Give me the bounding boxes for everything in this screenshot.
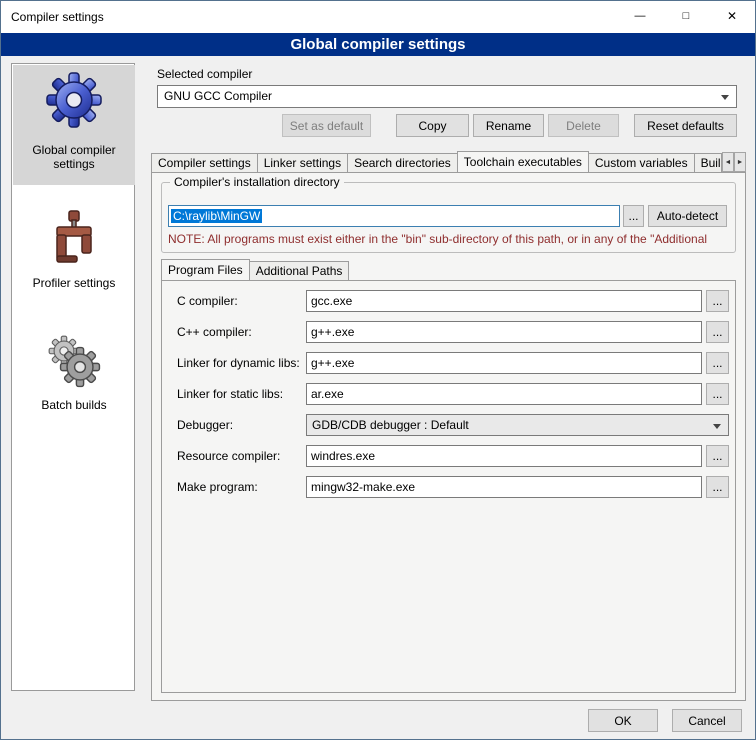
compiler-select[interactable]: GNU GCC Compiler xyxy=(157,85,737,108)
debugger-label: Debugger: xyxy=(177,414,233,436)
window-controls: — □ ✕ xyxy=(617,1,755,33)
minimize-button[interactable]: — xyxy=(617,1,663,32)
note-text: NOTE: All programs must exist either in … xyxy=(168,232,730,246)
linker-static-input[interactable] xyxy=(306,383,702,405)
browse-linker-dynamic-button[interactable]: ... xyxy=(706,352,729,374)
tab-compiler-settings[interactable]: Compiler settings xyxy=(151,153,258,172)
close-button[interactable]: ✕ xyxy=(709,1,755,32)
tab-scroll-left-icon[interactable]: ◄ xyxy=(722,152,734,172)
sub-tab-strip: Program Files Additional Paths xyxy=(161,259,721,280)
debugger-select-value: GDB/CDB debugger : Default xyxy=(312,418,469,432)
subtab-program-files[interactable]: Program Files xyxy=(161,259,250,280)
gray-gears-icon xyxy=(45,332,103,390)
make-program-input[interactable] xyxy=(306,476,702,498)
tab-scroll-right-icon[interactable]: ► xyxy=(734,152,746,172)
resource-compiler-label: Resource compiler: xyxy=(177,445,280,467)
window-title: Compiler settings xyxy=(11,1,104,33)
linker-dynamic-input[interactable] xyxy=(306,352,702,374)
profiler-tool-icon xyxy=(45,208,103,266)
sidebar-item-label: Global compiler settings xyxy=(13,143,135,171)
tab-linker-settings[interactable]: Linker settings xyxy=(257,153,348,172)
cpp-compiler-label: C++ compiler: xyxy=(177,321,252,343)
resource-compiler-input[interactable] xyxy=(306,445,702,467)
delete-button: Delete xyxy=(548,114,619,137)
c-compiler-input[interactable] xyxy=(306,290,702,312)
tab-custom-variables[interactable]: Custom variables xyxy=(588,153,695,172)
rename-button[interactable]: Rename xyxy=(473,114,544,137)
cancel-button[interactable]: Cancel xyxy=(672,709,742,732)
browse-make-program-button[interactable]: ... xyxy=(706,476,729,498)
blue-gear-icon xyxy=(45,71,103,129)
compiler-settings-dialog: Compiler settings — □ ✕ Global compiler … xyxy=(0,0,756,740)
install-dir-input[interactable]: C:\raylib\MinGW xyxy=(168,205,620,227)
installation-directory-group-title: Compiler's installation directory xyxy=(170,175,344,189)
tab-build-options[interactable]: Buil xyxy=(694,153,722,172)
compiler-select-value: GNU GCC Compiler xyxy=(164,89,272,103)
chevron-down-icon xyxy=(713,424,721,429)
main-tab-strip: Compiler settings Linker settings Search… xyxy=(151,151,722,172)
install-dir-selection: C:\raylib\MinGW xyxy=(171,209,262,223)
sidebar-item-batch-builds[interactable]: Batch builds xyxy=(13,326,135,412)
set-as-default-button: Set as default xyxy=(282,114,371,137)
autodetect-button[interactable]: Auto-detect xyxy=(648,205,727,227)
sidebar-item-label: Profiler settings xyxy=(13,276,135,290)
maximize-button[interactable]: □ xyxy=(663,1,709,32)
ok-button[interactable]: OK xyxy=(588,709,658,732)
browse-install-dir-button[interactable]: ... xyxy=(623,205,644,227)
copy-button[interactable]: Copy xyxy=(396,114,469,137)
debugger-select[interactable]: GDB/CDB debugger : Default xyxy=(306,414,729,436)
tab-toolchain-executables[interactable]: Toolchain executables xyxy=(457,151,589,172)
reset-defaults-button[interactable]: Reset defaults xyxy=(634,114,737,137)
cpp-compiler-input[interactable] xyxy=(306,321,702,343)
chevron-down-icon xyxy=(721,95,729,100)
browse-linker-static-button[interactable]: ... xyxy=(706,383,729,405)
tab-search-directories[interactable]: Search directories xyxy=(347,153,458,172)
sidebar-item-label: Batch builds xyxy=(13,398,135,412)
browse-c-compiler-button[interactable]: ... xyxy=(706,290,729,312)
selected-compiler-label: Selected compiler xyxy=(157,67,252,81)
browse-cpp-compiler-button[interactable]: ... xyxy=(706,321,729,343)
banner: Global compiler settings xyxy=(1,33,755,56)
linker-dynamic-label: Linker for dynamic libs: xyxy=(177,352,300,374)
linker-static-label: Linker for static libs: xyxy=(177,383,283,405)
titlebar[interactable]: Compiler settings — □ ✕ xyxy=(1,1,755,33)
c-compiler-label: C compiler: xyxy=(177,290,238,312)
browse-resource-compiler-button[interactable]: ... xyxy=(706,445,729,467)
sidebar-item-profiler-settings[interactable]: Profiler settings xyxy=(13,202,135,290)
make-program-label: Make program: xyxy=(177,476,258,498)
sidebar-item-global-compiler-settings[interactable]: Global compiler settings xyxy=(13,65,135,185)
subtab-additional-paths[interactable]: Additional Paths xyxy=(249,261,350,280)
sidebar: Global compiler settings Profiler settin… xyxy=(11,63,135,691)
